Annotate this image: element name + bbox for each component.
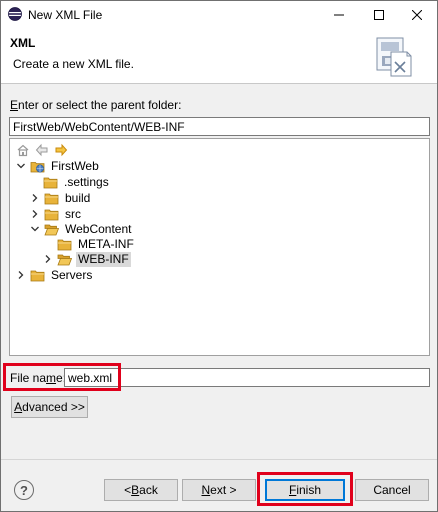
folder-icon [30,270,45,281]
back-mnemonic: B [131,483,140,497]
cancel-label: Cancel [373,483,411,497]
advanced-mnemonic: A [14,400,23,414]
banner-title: XML [10,36,36,50]
chevron-right-icon[interactable] [30,209,40,219]
tree-node-webcontent[interactable]: WebContent [30,221,134,237]
tree-node-label: .settings [64,174,109,189]
tree-node-label: FirstWeb [51,158,99,173]
tree-node-meta-inf[interactable]: META-INF [57,236,136,252]
next-mnemonic: N [201,483,211,497]
tree-node-build[interactable]: build [30,190,92,206]
folder-icon [43,177,58,188]
back-button[interactable]: < Back [104,479,178,501]
chevron-down-icon[interactable] [30,224,40,234]
back-label: ack [139,483,158,497]
folder-icon [44,209,59,220]
new-xml-file-wizard-icon [376,37,412,77]
tree-node-label: META-INF [78,236,134,251]
new-xml-file-dialog: New XML File XML Create a new XML file. … [0,0,438,512]
eclipse-icon [8,7,22,21]
parent-folder-mnemonic: E [10,98,19,112]
chevron-right-icon[interactable] [30,193,40,203]
parent-folder-label-text: nter or select the parent folder: [18,98,182,112]
tree-node-web-inf[interactable]: WEB-INF [43,251,131,267]
close-icon [412,10,422,20]
parent-folder-label: Enter or select the parent folder: [10,98,181,112]
window-title: New XML File [28,8,103,22]
tree-node-label: WEB-INF [76,251,131,267]
folder-open-icon [57,254,72,265]
chevron-right-icon[interactable] [16,270,26,280]
chevron-down-icon[interactable] [16,161,26,171]
parent-folder-input[interactable] [9,117,430,136]
back-icon[interactable] [35,143,49,157]
tree-node-label: WebContent [65,221,132,236]
next-button[interactable]: Next > [182,479,256,501]
folder-tree[interactable]: FirstWeb .settings build src WebContent … [9,138,430,356]
banner-description: Create a new XML file. [13,57,134,71]
tree-node-firstweb[interactable]: FirstWeb [16,158,101,174]
back-label-prefix: < [124,483,132,497]
tree-node-label: src [65,206,81,221]
tree-node-src[interactable]: src [30,206,83,222]
tree-node-settings[interactable]: .settings [43,174,111,190]
minimize-button[interactable] [317,1,361,29]
home-icon[interactable] [16,143,30,157]
chevron-right-icon[interactable] [43,254,53,264]
tree-toolbar [16,143,68,157]
button-bar-separator [1,459,437,460]
tree-node-servers[interactable]: Servers [16,267,94,283]
maximize-icon [374,10,384,20]
project-icon [30,161,45,172]
forward-icon[interactable] [54,143,68,157]
wizard-banner: XML Create a new XML file. [1,29,437,84]
next-label: ext > [210,483,237,497]
folder-icon [44,193,59,204]
cancel-button[interactable]: Cancel [355,479,429,501]
advanced-button[interactable]: Advanced >> [11,396,88,418]
minimize-icon [334,14,344,16]
finish-highlight-box [257,472,353,506]
help-icon: ? [20,482,28,498]
folder-icon [57,239,72,250]
title-bar[interactable]: New XML File [1,1,437,29]
help-button[interactable]: ? [14,480,34,500]
close-button[interactable] [395,1,438,29]
file-name-highlight-box [3,363,121,391]
tree-node-label: Servers [51,267,93,282]
advanced-label: dvanced >> [22,400,85,414]
tree-node-label: build [65,190,91,205]
folder-open-icon [44,224,59,235]
